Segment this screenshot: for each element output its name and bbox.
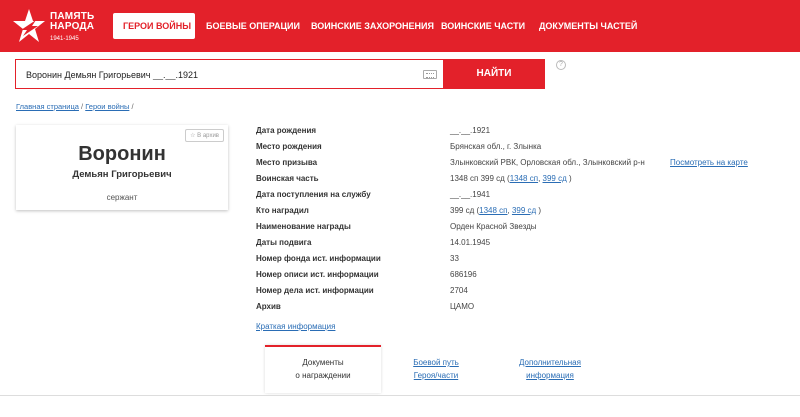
awarder-suffix: ) [538,206,542,215]
awarder-prefix: 399 сд ( [450,206,480,215]
awarder-link-399[interactable]: 399 сд [512,206,536,215]
keyboard-icon[interactable] [423,70,437,79]
breadcrumb-tail: / [129,102,134,111]
info-row-feat-dates: Даты подвига 14.01.1945 [256,238,796,254]
tab-label-line2[interactable]: информация [500,369,600,382]
nav-military-burials[interactable]: ВОИНСКИЕ ЗАХОРОНЕНИЯ [311,13,434,39]
breadcrumb-heroes-link[interactable]: Герои войны [85,102,129,111]
info-label: Место рождения [256,142,322,151]
info-row-inventory-number: Номер описи ист. информации 686196 [256,270,796,286]
breadcrumb: Главная страница / Герои войны / [16,102,134,111]
hero-name: Демьян Григорьевич [72,169,172,180]
tab-combat-path[interactable]: Боевой путь Героя/части [390,345,482,393]
info-row-award-name: Наименование награды Орден Красной Звезд… [256,222,796,238]
info-value: 1348 сп 399 сд (1348 сп, 399 сд ) [450,174,572,183]
info-value: 686196 [450,270,477,279]
nav-unit-documents[interactable]: ДОКУМЕНТЫ ЧАСТЕЙ [539,13,637,39]
info-value: 2704 [450,286,468,295]
tab-award-documents[interactable]: Документы о награждении [265,345,381,393]
info-value: Злынковский РВК, Орловская обл., Злынков… [450,158,645,167]
top-navigation-bar: ПАМЯТЬ НАРОДА 1941-1945 ГЕРОИ ВОЙНЫ БОЕВ… [0,0,800,52]
info-label: Архив [256,302,281,311]
info-value: 14.01.1945 [450,238,491,247]
nav-battle-operations[interactable]: БОЕВЫЕ ОПЕРАЦИИ [206,13,300,39]
info-label: Номер дела ист. информации [256,286,374,295]
info-label: Кто наградил [256,206,309,215]
info-value: __.__.1921 [450,126,491,135]
info-value: 33 [450,254,459,263]
info-row-draft-place: Место призыва Злынковский РВК, Орловская… [256,158,796,174]
info-label: Номер фонда ист. информации [256,254,381,263]
logo-text-line2: НАРОДА [50,21,95,32]
unit-link-1348[interactable]: 1348 сп [510,174,538,183]
hero-rank: сержант [106,193,138,202]
info-row-birth-place: Место рождения Брянская обл., г. Злынка [256,142,796,158]
info-label: Место призыва [256,158,318,167]
tab-additional-info[interactable]: Дополнительная информация [500,345,600,393]
info-row-service-start: Дата поступления на службу __.__.1941 [256,190,796,206]
info-label: Дата поступления на службу [256,190,371,199]
star-logo-icon [13,9,45,42]
awarder-link-1348[interactable]: 1348 сп [479,206,507,215]
footer-divider [0,395,800,396]
tab-label-line1: Документы [302,358,344,367]
tab-label-line2: о награждении [295,371,351,380]
logo-years: 1941-1945 [50,36,79,42]
info-label: Номер описи ист. информации [256,270,379,279]
nav-heroes-of-war[interactable]: ГЕРОИ ВОЙНЫ [113,13,195,39]
search-input[interactable] [26,68,406,82]
info-label: Даты подвига [256,238,312,247]
help-icon[interactable]: ? [556,60,566,70]
info-row-fund-number: Номер фонда ист. информации 33 [256,254,796,270]
info-value: Брянская обл., г. Злынка [450,142,542,151]
info-label: Воинская часть [256,174,319,183]
hero-surname: Воронин [78,143,166,165]
info-value: Орден Красной Звезды [450,222,537,231]
unit-prefix: 1348 сп 399 сд ( [450,174,510,183]
info-label: Дата рождения [256,126,317,135]
add-to-archive-button[interactable]: ☆ В архив [185,129,224,142]
tab-label-line1[interactable]: Боевой путь [390,356,482,369]
nav-military-units[interactable]: ВОИНСКИЕ ЧАСТИ [441,13,525,39]
site-logo[interactable]: ПАМЯТЬ НАРОДА 1941-1945 [12,8,95,46]
info-row-military-unit: Воинская часть 1348 сп 399 сд (1348 сп, … [256,174,796,190]
tab-label-line2[interactable]: Героя/части [390,369,482,382]
unit-suffix: ) [569,174,572,183]
tab-label-line1[interactable]: Дополнительная [500,356,600,369]
info-label: Наименование награды [256,222,351,231]
brief-info-link[interactable]: Краткая информация [256,322,335,331]
search-button[interactable]: НАЙТИ [443,59,545,89]
breadcrumb-home-link[interactable]: Главная страница [16,102,79,111]
show-on-map-link[interactable]: Посмотреть на карте [670,158,748,167]
info-value: ЦАМО [450,302,475,311]
info-row-birth-date: Дата рождения __.__.1921 [256,126,796,142]
hero-card: ☆ В архив Воронин Демьян Григорьевич сер… [16,125,228,210]
info-value: 399 сд (1348 сп, 399 сд ) [450,206,542,215]
info-row-archive: Архив ЦАМО [256,302,796,318]
info-row-awarded-by: Кто наградил 399 сд (1348 сп, 399 сд ) [256,206,796,222]
info-row-file-number: Номер дела ист. информации 2704 [256,286,796,302]
info-value: __.__.1941 [450,190,491,199]
unit-link-399[interactable]: 399 сд [543,174,567,183]
